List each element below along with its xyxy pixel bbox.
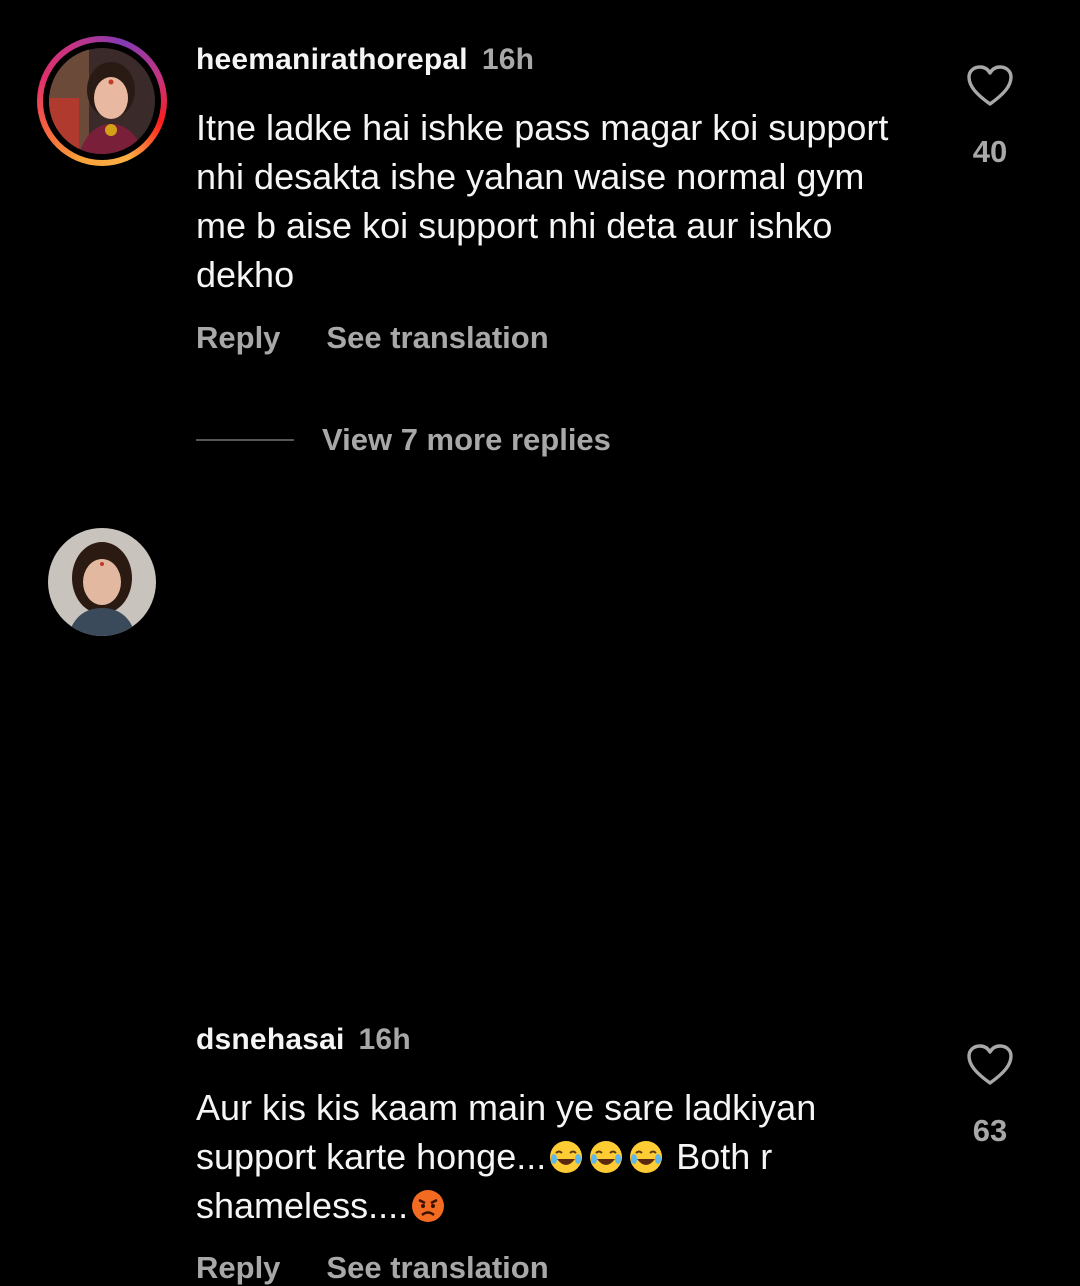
see-translation-button[interactable]: See translation xyxy=(326,1250,548,1285)
reply-button[interactable]: Reply xyxy=(196,1250,280,1285)
comment-actions: Reply See translation xyxy=(196,1250,595,1286)
joy-emoji-icon xyxy=(548,1138,584,1174)
joy-emoji-icon xyxy=(628,1138,664,1174)
comment-text: Itne ladke hai ishke pass magar koi supp… xyxy=(196,107,889,295)
view-more-replies[interactable]: View 7 more replies xyxy=(196,420,611,460)
like-count: 63 xyxy=(972,1113,1008,1148)
comment-item: dsnehasai 16h Aur kis kis kaam main ye sa… xyxy=(0,500,1080,1285)
divider-line xyxy=(196,439,294,441)
like-control: 40 xyxy=(960,64,1020,170)
like-count: 40 xyxy=(972,134,1008,169)
avatar-wrap[interactable] xyxy=(48,528,156,636)
avatar[interactable] xyxy=(48,528,156,636)
comment-item: heemanirathorepal 16h Itne ladke hai ishk… xyxy=(0,0,1080,400)
view-more-replies-label[interactable]: View 7 more replies xyxy=(322,422,611,458)
comment-header: dsnehasai 16h xyxy=(196,1023,411,1057)
avatar[interactable] xyxy=(49,48,155,154)
comment-actions: Reply See translation xyxy=(196,320,595,356)
see-translation-button[interactable]: See translation xyxy=(326,320,548,355)
username[interactable]: heemanirathorepal xyxy=(196,43,468,76)
comment-header: heemanirathorepal 16h xyxy=(196,43,534,77)
comment-text: Aur kis kis kaam main ye sare ladkiyan s… xyxy=(196,1083,916,1230)
timestamp: 16h xyxy=(481,43,535,76)
joy-emoji-icon xyxy=(588,1138,624,1174)
timestamp: 16h xyxy=(358,1023,411,1056)
angry-emoji-icon xyxy=(410,1187,446,1223)
username[interactable]: dsnehasai xyxy=(196,1023,345,1056)
reply-button[interactable]: Reply xyxy=(196,320,280,355)
heart-icon[interactable] xyxy=(960,1043,1020,1087)
heart-icon[interactable] xyxy=(960,64,1020,108)
like-control: 63 xyxy=(960,1043,1020,1149)
avatar-story-ring[interactable] xyxy=(37,36,167,166)
